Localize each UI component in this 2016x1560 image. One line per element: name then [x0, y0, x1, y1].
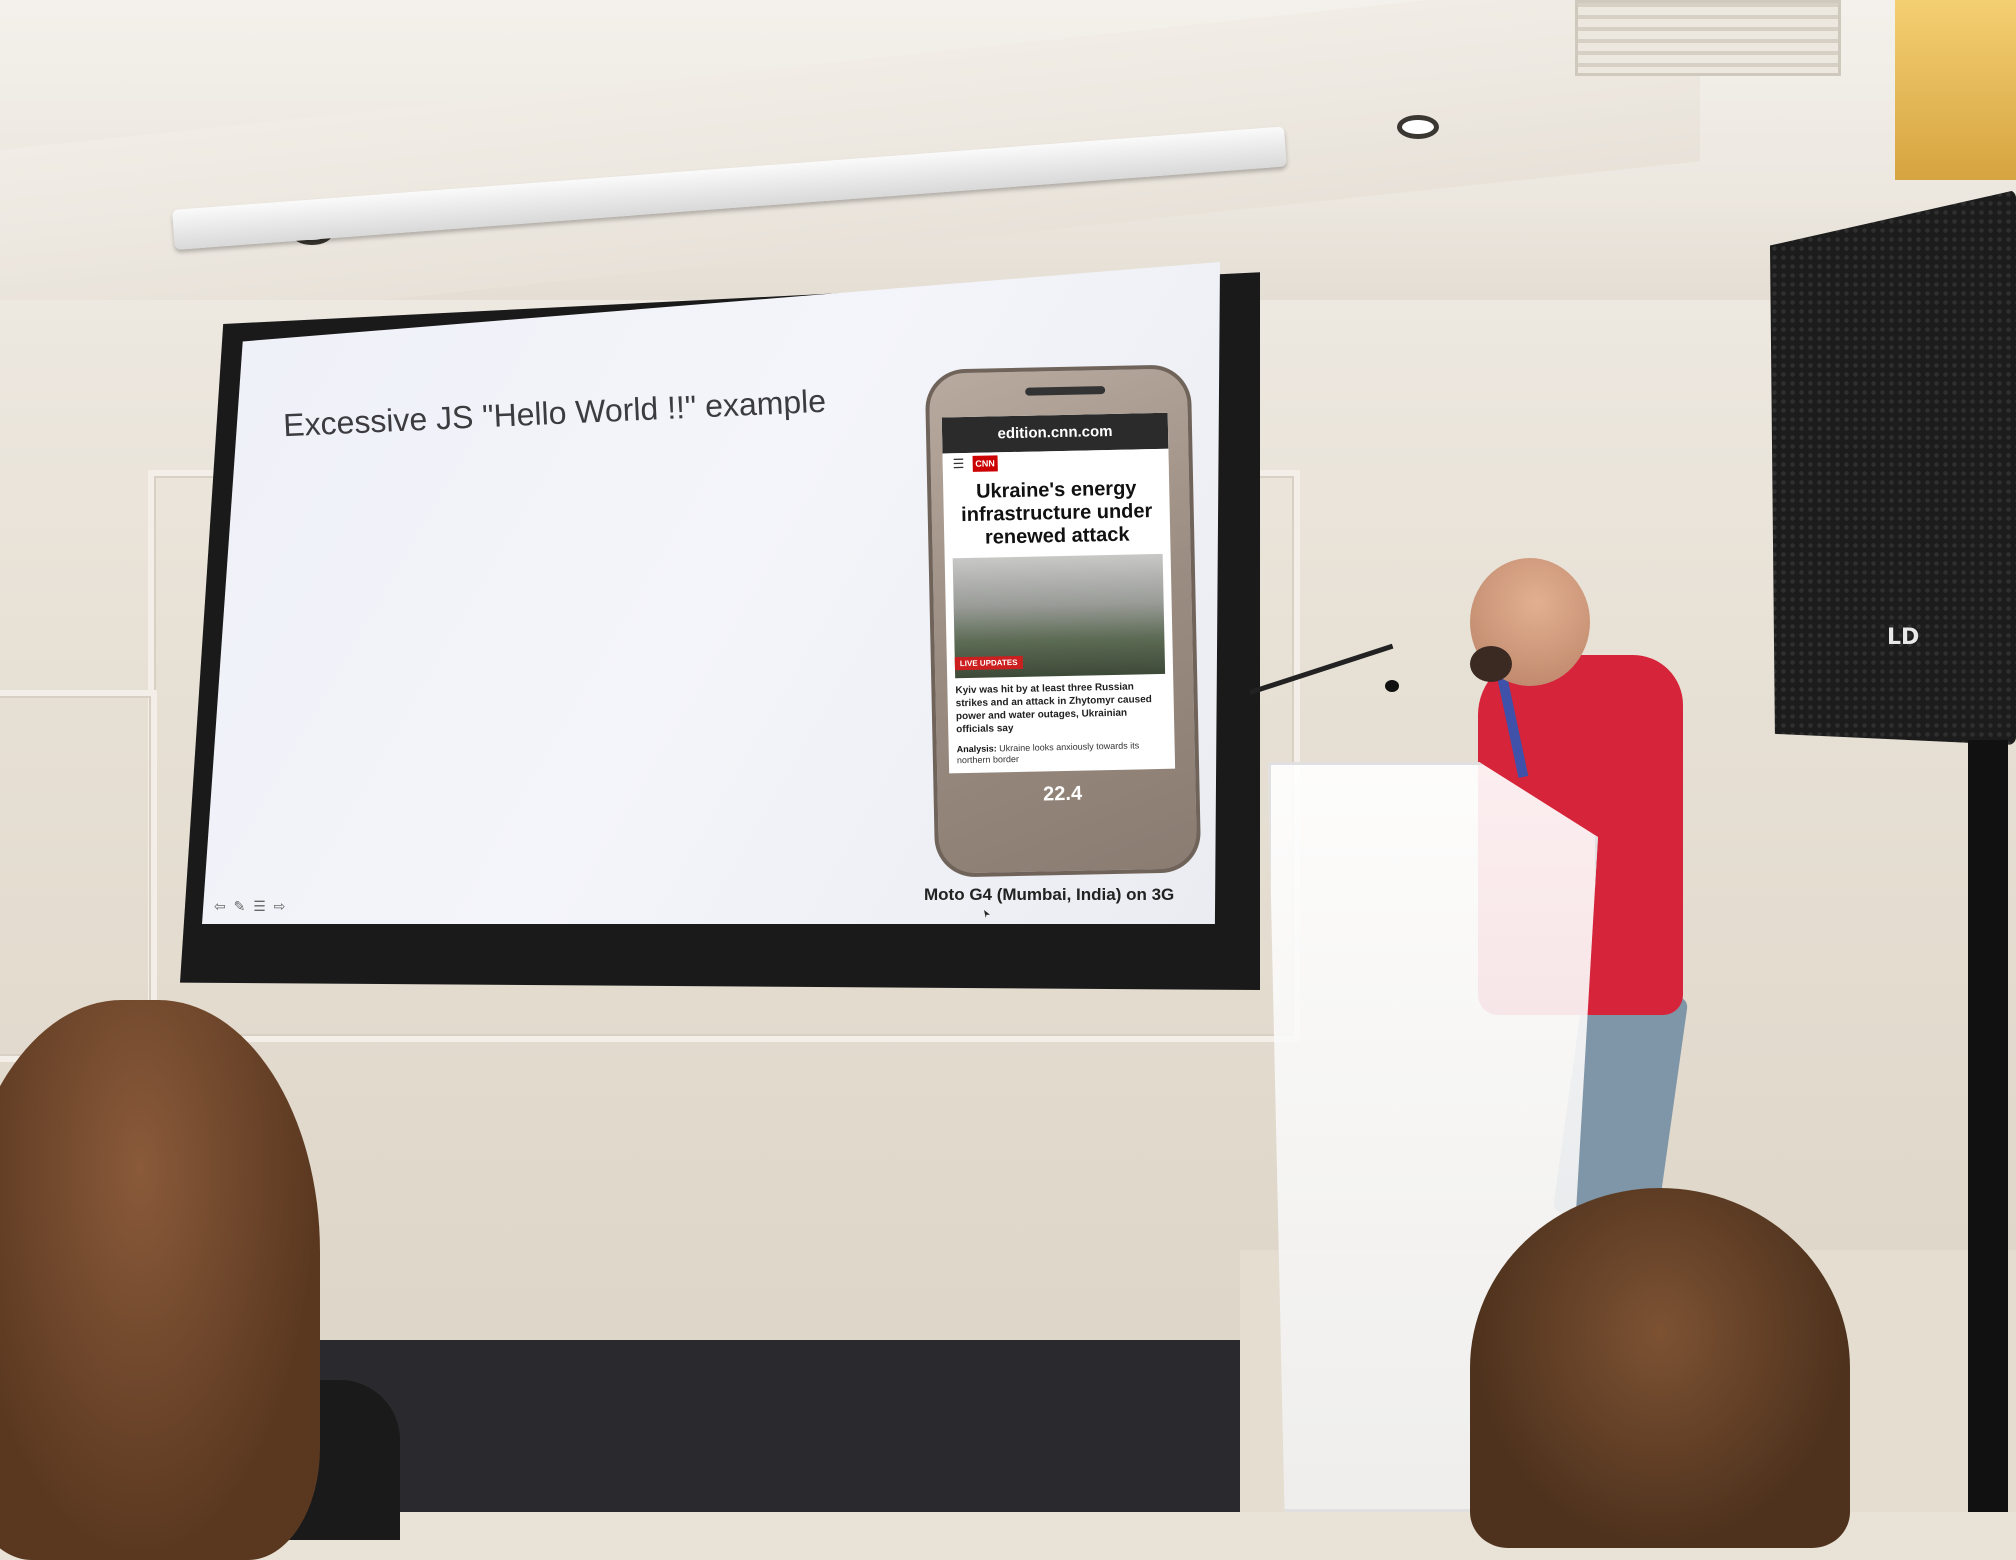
- news-headline: Ukraine's energy infrastructure under re…: [960, 477, 1153, 549]
- wall-lamp: [1895, 0, 2016, 180]
- audience-head-right: [1470, 1188, 1850, 1548]
- live-updates-badge: LIVE UPDATES: [954, 655, 1023, 671]
- load-timer: 22.4: [1042, 782, 1083, 806]
- slide-caption: Moto G4 (Mumbai, India) on 3G: [924, 885, 1175, 904]
- slide-nav-icons: ⇦ ✎ ☰ ⇨: [214, 898, 288, 914]
- loudspeaker-logo: LD: [1887, 625, 1920, 650]
- ceiling-light: [1402, 120, 1434, 134]
- air-vent: [1575, 0, 1841, 76]
- loudspeaker: [1770, 190, 2016, 745]
- news-summary: Kyiv was hit by at least three Russian s…: [955, 681, 1152, 736]
- analysis-line: Analysis: Ukraine looks anxiously toward…: [948, 734, 1175, 773]
- presenter-beard: [1470, 646, 1512, 682]
- phone-speaker: [1025, 386, 1106, 396]
- speaker-stand: [1968, 740, 2008, 1512]
- news-image: LIVE UPDATES: [952, 553, 1166, 679]
- url-bar: edition.cnn.com: [941, 412, 1169, 454]
- cnn-logo: CNN: [972, 455, 999, 472]
- phone-screen: edition.cnn.com ☰ CNN Ukraine's energy i…: [941, 412, 1176, 774]
- menu-icon: ☰: [952, 456, 965, 472]
- phone-mockup: edition.cnn.com ☰ CNN Ukraine's energy i…: [924, 364, 1202, 878]
- microphone-icon: [1385, 680, 1399, 692]
- audience-head-left: [0, 1000, 320, 1560]
- analysis-label: Analysis:: [956, 743, 997, 755]
